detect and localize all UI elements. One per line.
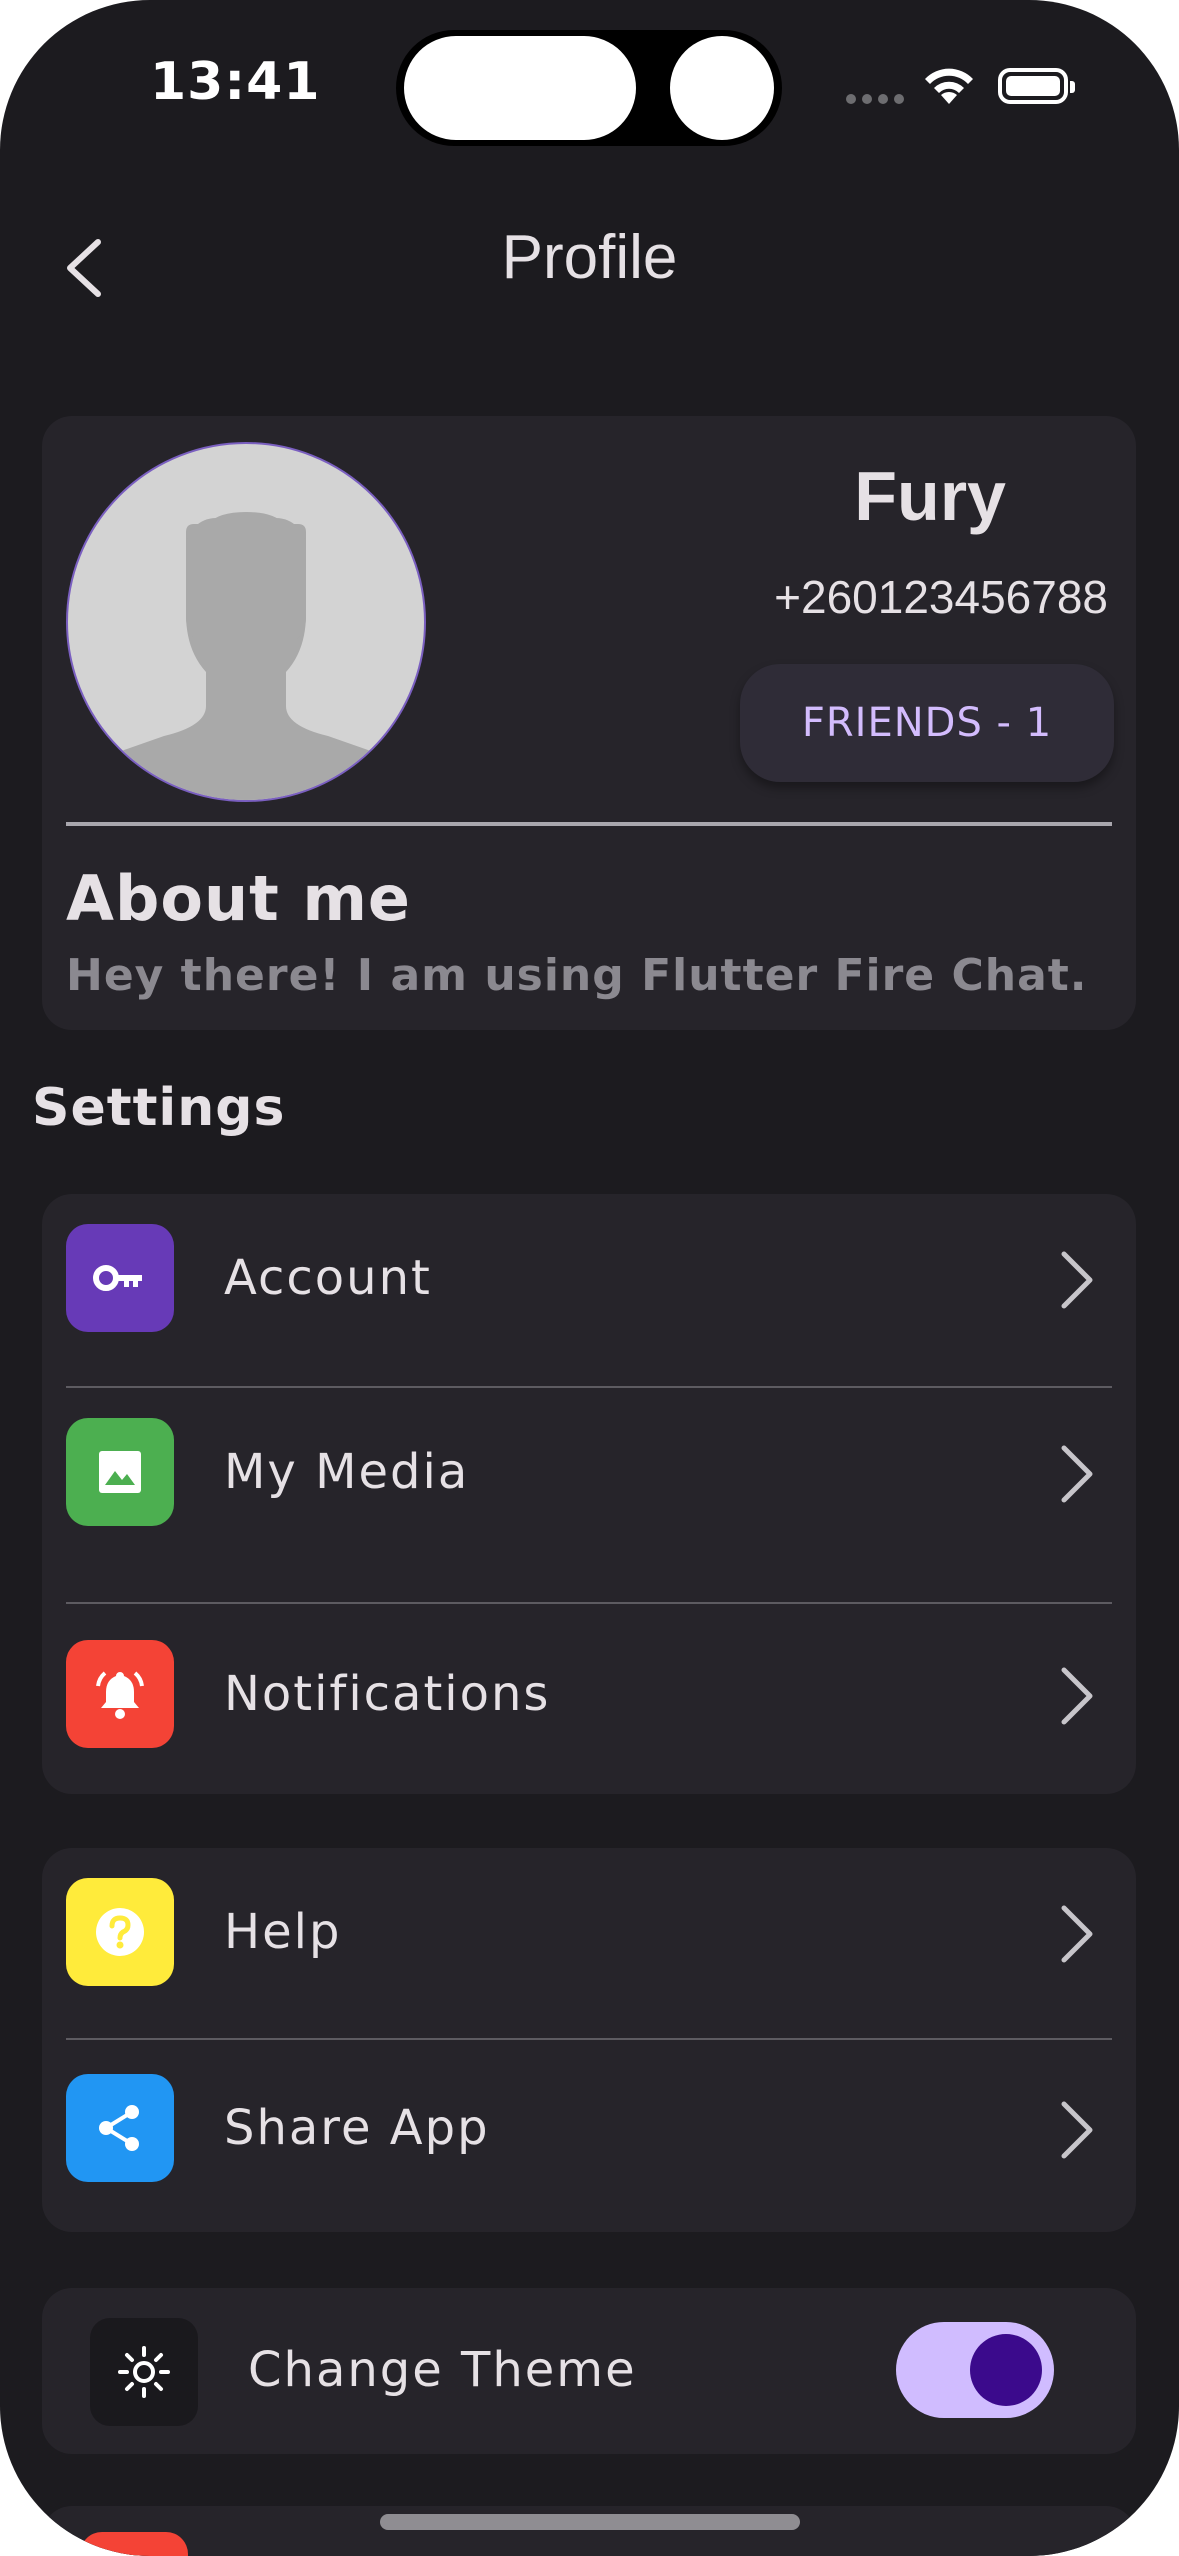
about-text: Hey there! I am using Flutter Fire Chat. — [66, 950, 1088, 1001]
row-divider — [66, 1386, 1112, 1388]
chevron-right-icon — [1046, 1894, 1106, 1974]
page-title: Profile — [501, 223, 678, 292]
settings-group-1: Account My Media Notifications — [42, 1194, 1136, 1794]
person-placeholder-icon — [84, 512, 408, 800]
change-theme-label: Change Theme — [248, 2342, 637, 2398]
settings-item-label: My Media — [224, 1444, 470, 1500]
help-icon — [66, 1878, 174, 1986]
change-theme-row: Change Theme — [42, 2288, 1136, 2454]
settings-item-label: Help — [224, 1904, 342, 1960]
toggle-knob — [970, 2334, 1042, 2406]
settings-item-label: Notifications — [224, 1666, 551, 1722]
about-title: About me — [66, 862, 411, 935]
settings-item-account[interactable]: Account — [42, 1194, 1136, 1394]
row-divider — [66, 2038, 1112, 2040]
avatar[interactable] — [66, 442, 426, 802]
signal-dots-icon — [846, 94, 904, 104]
key-icon — [66, 1224, 174, 1332]
bell-icon — [66, 1640, 174, 1748]
divider — [66, 822, 1112, 826]
partial-icon — [80, 2532, 188, 2556]
status-time: 13:41 — [150, 52, 321, 112]
sun-icon — [90, 2318, 198, 2426]
profile-phone: +260123456788 — [774, 571, 1108, 623]
island-camera — [670, 36, 774, 140]
island-pill — [404, 36, 636, 140]
home-indicator[interactable] — [380, 2514, 800, 2530]
settings-item-label: Account — [224, 1250, 432, 1306]
battery-icon — [998, 68, 1075, 104]
chevron-right-icon — [1046, 2090, 1106, 2170]
wifi-icon — [925, 68, 973, 104]
settings-item-my-media[interactable]: My Media — [42, 1390, 1136, 1590]
chevron-right-icon — [1046, 1240, 1106, 1320]
profile-name: Fury — [854, 457, 1006, 535]
row-divider — [66, 1602, 1112, 1604]
chevron-right-icon — [1046, 1656, 1106, 1736]
theme-toggle[interactable] — [896, 2322, 1054, 2418]
settings-group-2: Help Share App — [42, 1848, 1136, 2232]
share-icon — [66, 2074, 174, 2182]
image-icon — [66, 1418, 174, 1526]
settings-title: Settings — [32, 1078, 286, 1138]
phone-screen: 13:41 Profile Fury +260123456788 FRIENDS… — [0, 0, 1179, 2556]
settings-item-notifications[interactable]: Notifications — [42, 1606, 1136, 1806]
settings-item-share-app[interactable]: Share App — [42, 2042, 1136, 2242]
settings-item-label: Share App — [224, 2100, 490, 2156]
settings-item-help[interactable]: Help — [42, 1848, 1136, 2048]
profile-card: Fury +260123456788 FRIENDS - 1 About me … — [42, 416, 1136, 1030]
friends-button[interactable]: FRIENDS - 1 — [740, 664, 1114, 782]
chevron-right-icon — [1046, 1434, 1106, 1514]
